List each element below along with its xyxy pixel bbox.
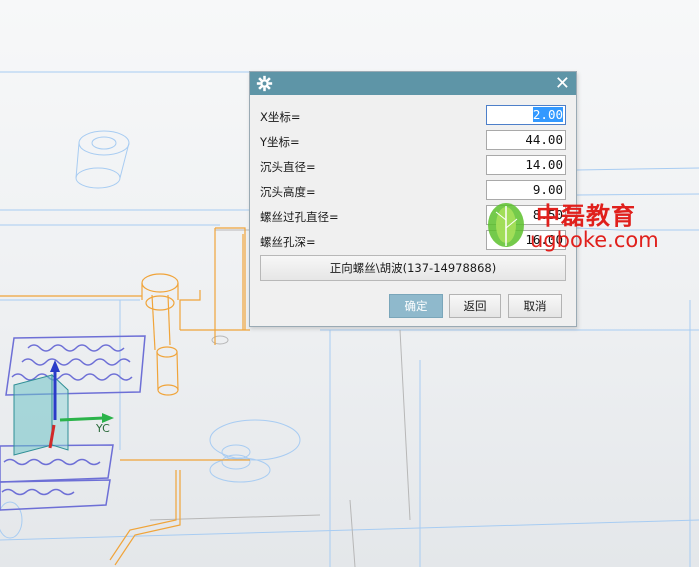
watermark: 中磊教育 ugboke.com [484,196,684,256]
watermark-url: ugboke.com [530,228,659,252]
ok-button[interactable]: 确定 [389,294,443,318]
yc-axis-label: YC [95,422,110,435]
y-coordinate-label: Y坐标= [260,135,300,149]
x-coordinate-input[interactable]: 2.00 [486,105,566,125]
forward-screw-button[interactable]: 正向螺丝\胡波(137-14978868) [260,255,566,281]
counterbore-height-label: 沉头高度= [260,185,316,199]
clearance-hole-diameter-label: 螺丝过孔直径= [260,210,339,224]
counterbore-diameter-input[interactable]: 14.00 [486,155,566,175]
x-coordinate-row: X坐标= 2.00 [250,104,576,129]
watermark-brand: 中磊教育 [536,201,636,230]
close-icon[interactable]: ✕ [555,73,570,94]
y-coordinate-input[interactable]: 44.00 [486,130,566,150]
x-coordinate-label: X坐标= [260,110,301,124]
screw-hole-depth-label: 螺丝孔深= [260,235,316,249]
cancel-button[interactable]: 取消 [508,294,562,318]
back-button[interactable]: 返回 [449,294,501,318]
leaf-logo-icon [488,203,524,247]
y-coordinate-row: Y坐标= 44.00 [250,129,576,154]
gear-icon [256,75,273,92]
counterbore-diameter-row: 沉头直径= 14.00 [250,154,576,179]
counterbore-diameter-label: 沉头直径= [260,160,316,174]
dialog-title-bar: ✕ [250,72,576,95]
